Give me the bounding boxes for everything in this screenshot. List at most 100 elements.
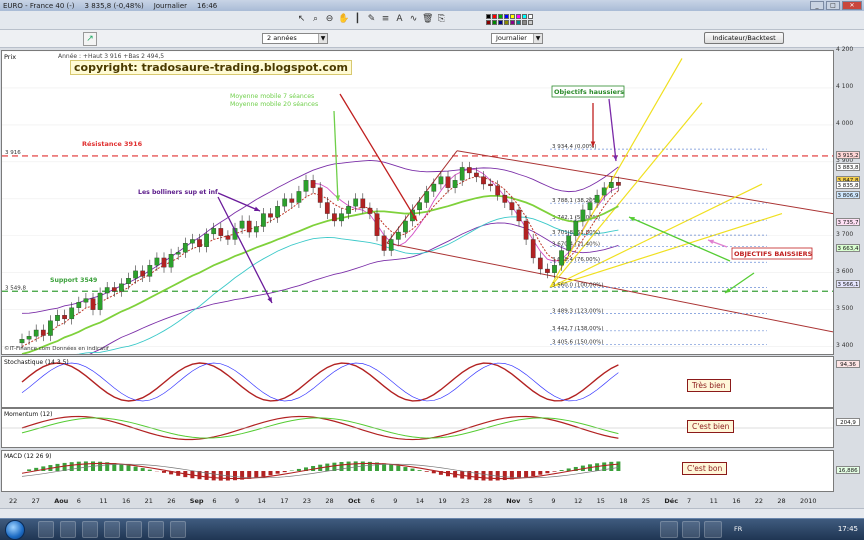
- candle-body: [62, 315, 67, 320]
- price-panel[interactable]: 3 934,4 (0,00%) 3 788,1 (38,20%) 3 742,1 (…: [1, 50, 834, 355]
- fib-label: 3 670,4 (71,40%): [552, 242, 600, 248]
- copyright-text: copyright: tradosaure-trading.blogspot.c…: [70, 60, 352, 75]
- candle-body: [488, 183, 493, 187]
- taskbar-app-icon[interactable]: [126, 521, 142, 538]
- candle-body: [197, 239, 202, 247]
- vline-icon[interactable]: ┃: [352, 14, 363, 25]
- macd-histogram-bar: [76, 461, 81, 471]
- macd-histogram-bar: [339, 461, 344, 471]
- macd-histogram-bar: [211, 471, 216, 481]
- x-tick-label: 26: [167, 497, 175, 505]
- taskbar-app-icon[interactable]: [704, 521, 722, 538]
- x-tick-label: 14: [258, 497, 266, 505]
- candle-body: [346, 206, 351, 214]
- macd-histogram-bar: [218, 471, 223, 481]
- candle-body: [253, 226, 259, 233]
- objectifs-haussiers-annotation: Objectifs haussiers: [554, 88, 624, 96]
- x-tick-label: 16: [122, 497, 130, 505]
- start-button[interactable]: [5, 520, 25, 540]
- maximize-button[interactable]: □: [826, 1, 840, 10]
- x-tick-label: 25: [642, 497, 650, 505]
- macd-histogram-bar: [346, 461, 351, 471]
- macd-label: MACD (12 26 9): [4, 453, 52, 460]
- indicator-backtest-button[interactable]: Indicateur/Backtest: [704, 32, 784, 44]
- macd-histogram-bar: [147, 469, 152, 471]
- taskbar-app-icon[interactable]: [170, 521, 186, 538]
- pen-icon[interactable]: ✎: [366, 14, 377, 25]
- price-box: 3 806,9: [836, 191, 860, 200]
- candle-body: [310, 180, 316, 188]
- taskbar-app-icon[interactable]: [104, 521, 120, 538]
- macd-histogram-bar: [275, 471, 280, 474]
- candle-body: [360, 198, 366, 209]
- macd-histogram-bar: [162, 471, 166, 473]
- period-select[interactable]: Journalier ▼: [491, 33, 543, 44]
- support-value: 3 549,8: [5, 285, 26, 291]
- channel-left-line: [386, 150, 458, 244]
- price-chart[interactable]: 3 934,4 (0,00%)3 788,1 (38,20%)3 742,1 (…: [2, 51, 833, 354]
- chart-tool-icon[interactable]: ↗: [83, 32, 97, 46]
- candle-body: [353, 198, 359, 207]
- candle-body: [90, 298, 96, 310]
- candle-body: [395, 231, 401, 240]
- macd-histogram-bar: [119, 464, 124, 471]
- candle-body: [111, 287, 117, 292]
- text-icon[interactable]: A: [394, 14, 405, 25]
- zoom-icon[interactable]: ⌕: [310, 14, 321, 25]
- x-tick-label: 14: [416, 497, 424, 505]
- candle-body: [608, 182, 614, 188]
- zoom-out-icon[interactable]: ⊖: [324, 14, 335, 25]
- x-tick-label: 15: [597, 497, 605, 505]
- taskbar-app-icon[interactable]: [148, 521, 164, 538]
- close-button[interactable]: ✕: [842, 1, 862, 10]
- candle-body: [523, 220, 529, 240]
- candle-body: [182, 242, 188, 253]
- candle-body: [282, 198, 288, 207]
- color-palette[interactable]: [486, 14, 534, 25]
- x-tick-label: 6: [371, 497, 375, 505]
- x-tick-label: 16: [732, 497, 740, 505]
- x-tick-label: 28: [777, 497, 785, 505]
- cycle-icon[interactable]: ∿: [408, 14, 419, 25]
- taskbar-app-icon[interactable]: [38, 521, 54, 538]
- x-tick-label: 28: [484, 497, 492, 505]
- macd-panel[interactable]: MACD (12 26 9) C'est bon: [1, 450, 834, 492]
- x-tick-label: Aou: [54, 497, 68, 505]
- hand-icon[interactable]: ✋: [338, 14, 349, 25]
- stochastic-panel[interactable]: Stochastique (14 3 5) Très bien: [1, 356, 834, 408]
- cursor-icon[interactable]: ↖: [296, 14, 307, 25]
- y-tick-label: 4 100: [836, 82, 854, 90]
- fib-icon[interactable]: ≡: [380, 14, 391, 25]
- y-tick-label: 3 400: [836, 341, 854, 349]
- x-tick-label: Oct: [348, 497, 361, 505]
- macd-histogram-bar: [417, 470, 422, 471]
- copy-icon[interactable]: ⎘: [436, 14, 447, 25]
- macd-histogram-bar: [609, 461, 614, 471]
- chevron-down-icon: ▼: [318, 34, 327, 43]
- macd-histogram-bar: [538, 471, 543, 475]
- trash-icon[interactable]: 🗑: [422, 14, 433, 25]
- minimize-button[interactable]: _: [810, 1, 824, 10]
- chevron-down-icon: ▼: [533, 34, 542, 43]
- macd-histogram-bar: [616, 461, 621, 471]
- candle-body: [616, 182, 621, 186]
- fib-label: 3 405,6 (150,00%): [552, 340, 604, 346]
- taskbar-app-icon[interactable]: [82, 521, 98, 538]
- range-select[interactable]: 2 années ▼: [262, 33, 328, 44]
- momentum-value-box: 204,9: [836, 418, 860, 426]
- mm20-annotation: Moyenne mobile 20 séances: [230, 100, 318, 108]
- y-tick-label: 4 200: [836, 46, 854, 53]
- candle-body: [303, 180, 309, 192]
- taskbar-app-icon[interactable]: [660, 521, 678, 538]
- bollinger-annotation: Les bolliners sup et inf: [138, 189, 218, 196]
- candle-body: [332, 213, 337, 222]
- macd-histogram-bar: [410, 468, 415, 471]
- momentum-panel[interactable]: Momentum (12) C'est bien: [1, 408, 834, 448]
- language-indicator[interactable]: FR: [734, 525, 742, 533]
- x-tick-label: 19: [438, 497, 446, 505]
- macd-comment: C'est bon: [682, 462, 728, 475]
- taskbar-app-icon[interactable]: [682, 521, 700, 538]
- macd-histogram-bar: [353, 461, 358, 471]
- taskbar-app-icon[interactable]: [60, 521, 76, 538]
- candle-body: [317, 187, 323, 203]
